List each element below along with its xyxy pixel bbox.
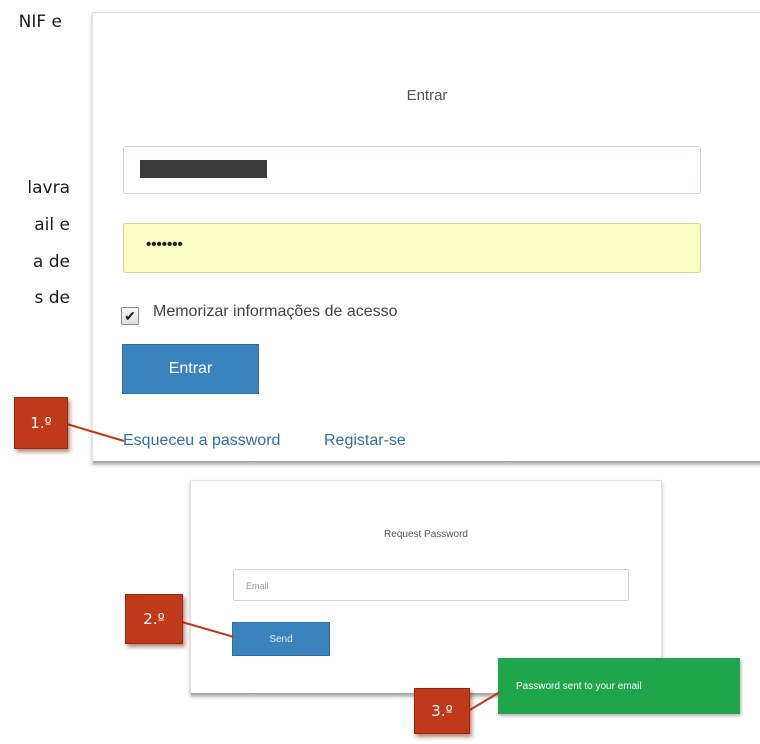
callout-line-2: [174, 619, 235, 638]
callout-connectors: [59, 421, 501, 715]
callout-step-3: 3.º: [414, 688, 470, 734]
callout-line-1: [59, 421, 125, 442]
callout-step-2: 2.º: [125, 594, 183, 644]
callout-step-1: 1.º: [14, 397, 68, 449]
